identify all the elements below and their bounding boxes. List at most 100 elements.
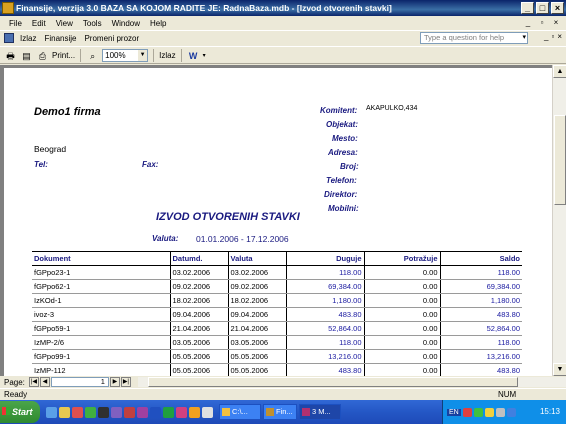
close-preview-button[interactable]: Izlaz: [159, 51, 175, 60]
quicklaunch-media-icon[interactable]: [72, 406, 83, 418]
menu-file[interactable]: File: [4, 19, 27, 28]
taskbar-task-finansije[interactable]: Fin...: [263, 404, 297, 420]
quicklaunch-app6-icon[interactable]: [202, 406, 213, 418]
table-cell: 05.05.2006: [169, 349, 228, 364]
quicklaunch-app4-icon[interactable]: [176, 406, 187, 418]
table-cell: fGPpo99-1: [32, 349, 170, 364]
table-cell: 1,180.00: [285, 293, 364, 308]
system-tray: EN 15:13: [442, 400, 566, 424]
doc-minimize-button[interactable]: _: [522, 17, 534, 28]
chevron-down-icon[interactable]: ▼: [138, 49, 148, 61]
quicklaunch-app-icon[interactable]: [85, 406, 96, 418]
print-icon[interactable]: 🖶: [4, 49, 17, 62]
tray-icon-4[interactable]: [495, 407, 505, 417]
mesto-label: Mesto:: [332, 134, 358, 143]
table-cell: 03.02.2006: [169, 265, 228, 280]
quicklaunch-access-icon[interactable]: [137, 406, 148, 418]
child-minimize-button[interactable]: _: [544, 32, 548, 41]
horizontal-scroll-thumb[interactable]: [147, 377, 518, 387]
maximize-button[interactable]: □: [536, 2, 549, 14]
column-header-valuta: Valuta: [227, 251, 286, 266]
previous-page-icon[interactable]: ◀: [39, 377, 50, 387]
access-icon: [302, 408, 310, 416]
folder-icon: [222, 408, 230, 416]
page-label: Page:: [4, 377, 25, 387]
table-cell: 05.05.2006: [227, 363, 286, 376]
quicklaunch-app2-icon[interactable]: [111, 406, 122, 418]
horizontal-scrollbar[interactable]: [137, 377, 566, 387]
quicklaunch-word-icon[interactable]: [150, 406, 161, 418]
zoom-select[interactable]: 100% ▼: [102, 48, 149, 62]
child-close-button[interactable]: ×: [557, 32, 562, 41]
doc-close-button[interactable]: ×: [550, 17, 562, 28]
column-header-duguje: Duguje: [285, 251, 364, 266]
first-page-icon[interactable]: |◀: [28, 377, 39, 387]
scroll-up-icon[interactable]: ▲: [553, 65, 566, 78]
menu-view[interactable]: View: [51, 19, 78, 28]
doc-restore-button[interactable]: ▫: [536, 17, 548, 28]
page-number-input[interactable]: 1: [50, 377, 109, 387]
taskbar-task-explorer[interactable]: C:\...: [219, 404, 261, 420]
table-cell: 0.00: [363, 265, 440, 280]
menu-promeni-prozor[interactable]: Promeni prozor: [80, 34, 143, 43]
report-page: Demo1 firma Beograd Tel: Fax: Komitent: …: [4, 68, 552, 376]
report-preview-area: Demo1 firma Beograd Tel: Fax: Komitent: …: [0, 65, 566, 376]
komitent-label: Komitent:: [320, 106, 358, 115]
menu-izlaz[interactable]: Izlaz: [16, 34, 40, 43]
tray-icon-1[interactable]: [462, 407, 472, 417]
book-icon[interactable]: ▤: [20, 49, 33, 62]
table-cell: 05.05.2006: [169, 363, 228, 376]
zoom-icon[interactable]: ⌕: [86, 49, 99, 62]
quicklaunch-app3-icon[interactable]: [124, 406, 135, 418]
valuta-label: Valuta:: [152, 234, 179, 243]
app-icon: [2, 2, 14, 14]
child-restore-button[interactable]: ▫: [551, 32, 554, 41]
table-row: IzMP-2/6 03.05.2006 03.05.2006 118.00 0.00 11…: [32, 335, 522, 350]
mobilni-label: Mobilni:: [328, 204, 359, 213]
quicklaunch-cmd-icon[interactable]: [98, 406, 109, 418]
minimize-button[interactable]: _: [521, 2, 534, 14]
menu-help[interactable]: Help: [145, 19, 171, 28]
quicklaunch-excel-icon[interactable]: [163, 406, 174, 418]
chevron-down-icon[interactable]: ▾: [522, 33, 526, 43]
start-button[interactable]: Start: [0, 401, 40, 423]
close-button[interactable]: ×: [551, 2, 564, 14]
tray-icon-2[interactable]: [473, 407, 483, 417]
quicklaunch-ie-icon[interactable]: [46, 406, 57, 418]
fax-label: Fax:: [142, 160, 159, 169]
table-cell: 03.02.2006: [227, 265, 286, 280]
ask-question-input[interactable]: Type a question for help ▾: [420, 32, 528, 44]
menu-bar: File Edit View Tools Window Help: [0, 16, 566, 30]
table-row: ivoz-3 09.04.2006 09.04.2006 483.80 0.00 483.…: [32, 307, 522, 322]
menu-tools[interactable]: Tools: [78, 19, 107, 28]
scroll-thumb[interactable]: [554, 115, 566, 205]
telefon-label: Telefon:: [326, 176, 357, 185]
printer-icon[interactable]: ⎙: [36, 49, 49, 62]
chevron-down-icon[interactable]: ▾: [203, 52, 206, 59]
quicklaunch-app5-icon[interactable]: [189, 406, 200, 418]
tray-icon-3[interactable]: [484, 407, 494, 417]
tray-icon-5[interactable]: [506, 407, 516, 417]
table-cell: IzMP-2/6: [32, 335, 170, 350]
menu-finansije[interactable]: Finansije: [40, 34, 80, 43]
open-items-table: Dokument Datumd. Valuta Duguje Potražuje…: [32, 251, 522, 376]
print-button[interactable]: Print...: [52, 51, 75, 60]
menu-window[interactable]: Window: [107, 19, 145, 28]
table-cell: 13,216.00: [439, 349, 522, 364]
taskbar-task-access[interactable]: 3 M...: [299, 404, 341, 420]
menu-edit[interactable]: Edit: [27, 19, 51, 28]
table-cell: 21.04.2006: [169, 321, 228, 336]
scroll-down-icon[interactable]: ▼: [553, 363, 566, 376]
next-page-icon[interactable]: ▶: [109, 377, 120, 387]
table-cell: 09.02.2006: [227, 279, 286, 294]
window-title: Finansije, verzija 3.0 BAZA SA KOJOM RAD…: [16, 3, 392, 13]
table-cell: 118.00: [439, 335, 522, 350]
table-row: fGPpo99-1 05.05.2006 05.05.2006 13,216.00 0.…: [32, 349, 522, 364]
word-export-icon[interactable]: W: [187, 49, 200, 62]
vertical-scrollbar[interactable]: ▲ ▼: [552, 65, 566, 376]
last-page-icon[interactable]: ▶|: [120, 377, 131, 387]
language-indicator[interactable]: EN: [447, 408, 461, 416]
quicklaunch-folder-icon[interactable]: [59, 406, 70, 418]
firm-city: Beograd: [34, 144, 67, 154]
table-cell: 0.00: [363, 279, 440, 294]
